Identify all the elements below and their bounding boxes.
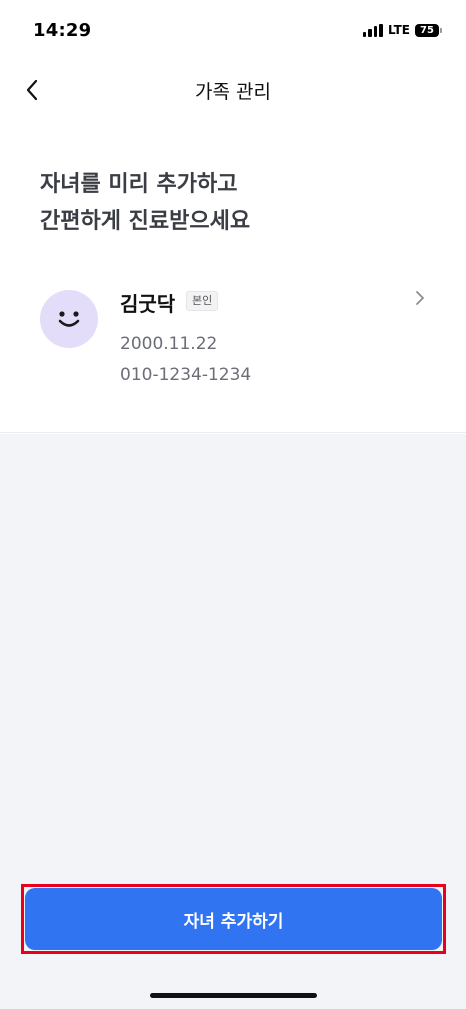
self-badge: 본인 — [186, 291, 219, 311]
smiley-face-icon — [58, 311, 80, 327]
page-title: 가족 관리 — [195, 80, 271, 103]
headline: 자녀를 미리 추가하고 간편하게 진료받으세요 — [40, 166, 250, 240]
network-type-label: LTE — [387, 23, 410, 37]
cellular-signal-icon — [362, 23, 383, 37]
avatar — [40, 290, 98, 348]
member-name: 김굿닥 — [120, 292, 176, 316]
headline-line-2: 간편하게 진료받으세요 — [40, 209, 251, 234]
add-child-button[interactable]: 자녀 추가하기 — [25, 888, 442, 950]
chevron-left-icon — [26, 79, 38, 101]
status-bar: 14:29 LTE 75 — [0, 0, 466, 60]
battery-icon: 75 — [415, 23, 442, 37]
back-button[interactable] — [16, 74, 48, 106]
headline-line-1: 자녀를 미리 추가하고 — [40, 172, 238, 197]
battery-level: 75 — [415, 23, 439, 37]
chevron-right-icon — [416, 291, 424, 305]
home-indicator — [150, 993, 317, 998]
status-indicators: LTE 75 — [362, 23, 442, 37]
member-phone: 010-1234-1234 — [120, 365, 252, 385]
family-member-item[interactable]: 김굿닥 본인 2000.11.22 010-1234-1234 — [0, 280, 466, 390]
navigation-bar: 가족 관리 — [0, 60, 466, 120]
member-birthdate: 2000.11.22 — [120, 334, 218, 354]
status-time: 14:29 — [33, 19, 92, 41]
family-section: 자녀를 미리 추가하고 간편하게 진료받으세요 김굿닥 본인 2000.11.2… — [0, 120, 466, 433]
